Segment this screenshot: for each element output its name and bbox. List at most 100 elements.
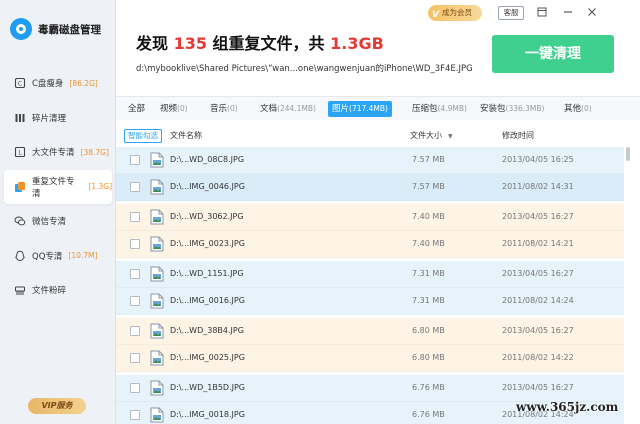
sidebar-item-label: 碎片清理 <box>32 113 67 124</box>
qq-icon <box>14 250 26 262</box>
skin-icon[interactable] <box>536 6 548 18</box>
row-checkbox[interactable] <box>130 410 140 420</box>
sidebar-item-label: C盘瘦身 <box>32 79 64 89</box>
summary-middle: 组重复文件，共 <box>206 34 331 53</box>
column-name: 文件名称 <box>170 131 202 140</box>
app-name: 毒霸磁盘管理 <box>38 23 101 36</box>
vip-service-button[interactable]: VIP服务 <box>28 398 86 414</box>
sidebar-item-label: 微信专清 <box>32 217 67 227</box>
sidebar-item-duplicate-file[interactable]: 重复文件专清 [1.3G] <box>4 169 112 204</box>
image-file-icon <box>150 209 164 225</box>
fragment-icon <box>14 112 26 124</box>
tab-installers[interactable]: 安装包(336.3MB) <box>476 101 548 117</box>
tab-count: (0) <box>227 104 238 113</box>
tab-label: 图片 <box>332 104 350 114</box>
duplicate-file-icon <box>14 181 26 193</box>
shredder-icon <box>14 284 26 296</box>
sidebar-item-large-file[interactable]: L 大文件专清 [38.7G] <box>4 135 112 169</box>
tab-music[interactable]: 音乐(0) <box>206 101 242 117</box>
tab-images[interactable]: 图片(717.4MB) <box>328 101 392 117</box>
row-checkbox[interactable] <box>130 212 140 222</box>
file-modified-date: 2013/04/05 16:27 <box>502 212 574 221</box>
row-checkbox[interactable] <box>130 383 140 393</box>
summary-prefix: 发现 <box>136 34 174 53</box>
row-checkbox[interactable] <box>130 239 140 249</box>
file-size: 7.40 MB <box>412 212 445 221</box>
tab-label: 音乐 <box>210 104 228 114</box>
file-size: 7.31 MB <box>412 269 445 278</box>
become-vip-button[interactable]: V 成为会员 <box>428 5 482 21</box>
tab-video[interactable]: 视频(0) <box>156 101 192 117</box>
tab-documents[interactable]: 文档(244.1MB) <box>256 101 320 117</box>
file-size: 7.40 MB <box>412 239 445 248</box>
table-row[interactable]: D:\...IMG_0046.JPG 7.57 MB 2011/08/02 14… <box>116 174 624 201</box>
table-row[interactable]: D:\...IMG_0016.JPG 7.31 MB 2011/08/02 14… <box>116 288 624 315</box>
column-size[interactable]: 文件大小 ▼ <box>410 130 453 141</box>
tab-all[interactable]: 全部 <box>124 101 149 117</box>
c-drive-icon: C <box>14 77 26 89</box>
column-date: 修改时间 <box>502 131 534 140</box>
smart-select-button[interactable]: 智能勾选 <box>124 129 162 143</box>
file-size: 6.80 MB <box>412 353 445 362</box>
sidebar-item-fragment[interactable]: 碎片清理 <box>4 101 112 135</box>
sidebar-item-shredder[interactable]: 文件粉碎 <box>4 273 112 307</box>
file-size: 7.57 MB <box>412 182 445 191</box>
image-file-icon <box>150 323 164 339</box>
image-file-icon <box>150 293 164 309</box>
sidebar-item-badge: [86.2G] <box>69 78 98 88</box>
table-row[interactable]: D:\...WD_3062.JPG 7.40 MB 2013/04/05 16:… <box>116 204 624 231</box>
tab-label: 文档 <box>260 104 278 114</box>
sidebar-item-qq[interactable]: QQ专清 [10.7M] <box>4 239 112 273</box>
table-row[interactable]: D:\...WD_1151.JPG 7.31 MB 2013/04/05 16:… <box>116 261 624 288</box>
file-name: D:\...WD_1151.JPG <box>170 269 244 278</box>
row-checkbox[interactable] <box>130 155 140 165</box>
svg-text:L: L <box>18 150 22 157</box>
list-scrollbar[interactable] <box>624 147 632 417</box>
tab-count: (336.3MB) <box>505 104 545 113</box>
table-row[interactable]: D:\...IMG_0023.JPG 7.40 MB 2011/08/02 14… <box>116 231 624 258</box>
image-file-icon <box>150 152 164 168</box>
vip-crown-icon: V <box>432 10 439 20</box>
title-bar: V 成为会员 客服 <box>116 0 640 26</box>
one-click-clean-button[interactable]: 一键清理 <box>492 35 614 73</box>
sidebar-item-wechat[interactable]: 微信专清 <box>4 204 112 238</box>
image-file-icon <box>150 380 164 396</box>
tab-count: (4.9MB) <box>437 104 467 113</box>
file-modified-date: 2013/04/05 16:27 <box>502 269 574 278</box>
file-modified-date: 2013/04/05 16:27 <box>502 326 574 335</box>
row-checkbox[interactable] <box>130 326 140 336</box>
sidebar-item-badge: [10.7M] <box>68 251 98 260</box>
sidebar-item-label: 大文件专清 <box>32 148 75 158</box>
file-name: D:\...IMG_0016.JPG <box>170 296 245 305</box>
table-row[interactable]: D:\...WD_38B4.JPG 6.80 MB 2013/04/05 16:… <box>116 318 624 345</box>
row-checkbox[interactable] <box>130 296 140 306</box>
image-file-icon <box>150 179 164 195</box>
file-name: D:\...IMG_0046.JPG <box>170 182 245 191</box>
table-row[interactable]: D:\...WD_1B5D.JPG 6.76 MB 2013/04/05 16:… <box>116 375 624 402</box>
file-modified-date: 2011/08/02 14:31 <box>502 182 574 191</box>
tab-archives[interactable]: 压缩包(4.9MB) <box>408 101 471 117</box>
table-row[interactable]: D:\...WD_08C8.JPG 7.57 MB 2013/04/05 16:… <box>116 147 624 174</box>
file-name: D:\...WD_3062.JPG <box>170 212 244 221</box>
tab-count: (0) <box>581 104 592 113</box>
row-checkbox[interactable] <box>130 182 140 192</box>
large-file-icon: L <box>14 146 26 158</box>
row-checkbox[interactable] <box>130 269 140 279</box>
tab-label: 压缩包 <box>412 104 438 114</box>
minimize-icon[interactable] <box>562 6 574 18</box>
scrollbar-thumb[interactable] <box>626 147 630 161</box>
sidebar-item-c-drive[interactable]: C C盘瘦身 [86.2G] <box>4 66 112 100</box>
sidebar-item-label: 重复文件专清 <box>32 176 75 199</box>
image-file-icon <box>150 350 164 366</box>
tab-label: 视频 <box>160 104 178 114</box>
sidebar-item-badge: [38.7G] <box>80 147 109 157</box>
duplicate-group-count: 135 <box>173 34 207 53</box>
row-checkbox[interactable] <box>130 353 140 363</box>
table-row[interactable]: D:\...IMG_0025.JPG 6.80 MB 2011/08/02 14… <box>116 345 624 372</box>
tab-other[interactable]: 其他(0) <box>560 101 596 117</box>
customer-service-button[interactable]: 客服 <box>498 6 524 20</box>
file-size: 7.57 MB <box>412 155 445 164</box>
file-size: 6.76 MB <box>412 383 445 392</box>
sort-down-icon: ▼ <box>448 133 453 140</box>
close-icon[interactable] <box>586 6 598 18</box>
